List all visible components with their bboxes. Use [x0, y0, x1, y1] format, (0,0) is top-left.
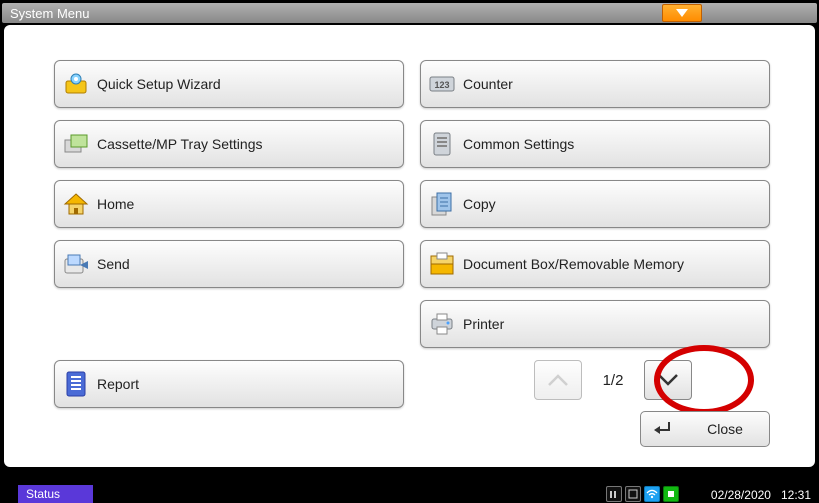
docbox-icon	[427, 249, 457, 279]
title-text: System Menu	[10, 6, 89, 21]
titlebar-dropdown-button[interactable]	[662, 4, 702, 22]
empty-cell	[54, 300, 404, 348]
menu-label: Printer	[463, 316, 763, 332]
menu-label: Cassette/MP Tray Settings	[97, 136, 397, 152]
close-label: Close	[691, 421, 759, 437]
menu-send[interactable]: Send	[54, 240, 404, 288]
page-down-button[interactable]	[644, 360, 692, 400]
menu-printer[interactable]: Printer	[420, 300, 770, 348]
status-icon-2	[625, 486, 641, 502]
menu-label: Home	[97, 196, 397, 212]
common-settings-icon	[427, 129, 457, 159]
chevron-down-icon	[657, 373, 679, 387]
page-up-button	[534, 360, 582, 400]
svg-text:123: 123	[434, 80, 449, 90]
menu-counter[interactable]: 123 Counter	[420, 60, 770, 108]
menu-cassette-tray-settings[interactable]: Cassette/MP Tray Settings	[54, 120, 404, 168]
status-datetime: 02/28/2020 12:31	[701, 488, 811, 502]
status-date: 02/28/2020	[711, 488, 771, 502]
home-icon	[61, 189, 91, 219]
main-panel: Quick Setup Wizard 123 Counter Cassette/…	[4, 25, 815, 467]
status-icons	[606, 486, 679, 502]
printer-icon	[427, 309, 457, 339]
menu-label: Send	[97, 256, 397, 272]
page-indicator: 1/2	[598, 372, 628, 389]
counter-icon: 123	[427, 69, 457, 99]
pager: 1/2	[534, 360, 692, 400]
close-button[interactable]: Close	[640, 411, 770, 447]
menu-copy[interactable]: Copy	[420, 180, 770, 228]
copy-icon	[427, 189, 457, 219]
menu-quick-setup-wizard[interactable]: Quick Setup Wizard	[54, 60, 404, 108]
menu-label: Copy	[463, 196, 763, 212]
status-chip[interactable]: Status	[18, 485, 93, 503]
status-icon-1	[606, 486, 622, 502]
menu-label: Report	[97, 376, 397, 392]
wizard-icon	[61, 69, 91, 99]
status-time: 12:31	[781, 488, 811, 502]
return-icon	[651, 418, 673, 440]
menu-common-settings[interactable]: Common Settings	[420, 120, 770, 168]
menu-report[interactable]: Report	[54, 360, 404, 408]
status-ok-icon	[663, 486, 679, 502]
menu-label: Document Box/Removable Memory	[463, 256, 763, 272]
chevron-up-icon	[547, 373, 569, 387]
report-icon	[61, 369, 91, 399]
chevron-down-icon	[675, 8, 689, 18]
menu-label: Counter	[463, 76, 763, 92]
menu-document-box[interactable]: Document Box/Removable Memory	[420, 240, 770, 288]
status-label: Status	[26, 487, 60, 501]
menu-label: Common Settings	[463, 136, 763, 152]
title-bar: System Menu	[2, 3, 817, 23]
tray-icon	[61, 129, 91, 159]
wifi-icon	[644, 486, 660, 502]
menu-label: Quick Setup Wizard	[97, 76, 397, 92]
menu-home[interactable]: Home	[54, 180, 404, 228]
status-bar: Status 02/28/2020 12:31	[0, 485, 819, 503]
send-icon	[61, 249, 91, 279]
menu-grid: Quick Setup Wizard 123 Counter Cassette/…	[54, 60, 770, 348]
